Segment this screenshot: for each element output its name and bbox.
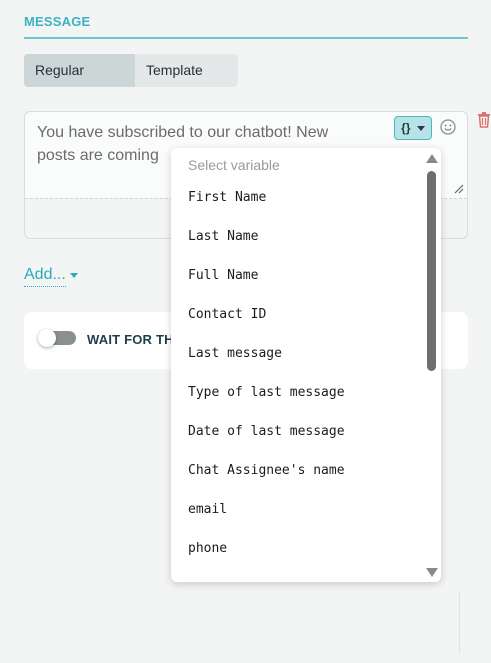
toggle-knob xyxy=(38,329,56,347)
variable-dropdown: Select variable First Name Last Name Ful… xyxy=(171,148,441,582)
trash-icon[interactable] xyxy=(476,111,491,129)
panel-edge xyxy=(459,592,460,654)
caret-down-icon xyxy=(416,125,425,131)
message-text-line-2: posts are coming xyxy=(37,147,159,164)
variable-option[interactable]: Contact ID xyxy=(171,295,421,334)
variable-search-placeholder[interactable]: Select variable xyxy=(188,157,280,173)
add-dropdown-link[interactable]: Add... xyxy=(24,266,66,287)
section-divider xyxy=(24,37,468,39)
scrollbar-thumb[interactable] xyxy=(427,171,436,371)
insert-variable-button[interactable]: {} xyxy=(394,116,432,140)
template-tab[interactable]: Template xyxy=(135,54,214,87)
wait-toggle[interactable] xyxy=(38,329,76,347)
regular-message-tab[interactable]: Regular message xyxy=(24,54,135,87)
variable-option[interactable]: Date of last message xyxy=(171,412,421,451)
scroll-down-icon[interactable] xyxy=(426,568,438,577)
variable-list: First Name Last Name Full Name Contact I… xyxy=(171,178,421,582)
message-text-line-1: You have subscribed to our chatbot! New xyxy=(37,124,329,141)
variable-option[interactable]: Last message xyxy=(171,334,421,373)
variable-option[interactable]: First Name xyxy=(171,178,421,217)
emoji-icon[interactable] xyxy=(440,119,456,135)
scroll-up-icon[interactable] xyxy=(426,154,438,163)
variable-option[interactable]: phone xyxy=(171,529,421,568)
variable-option-partial[interactable] xyxy=(171,568,421,582)
message-type-segmented-control: Regular message Template xyxy=(24,54,238,87)
chevron-down-icon xyxy=(70,273,78,278)
variable-option[interactable]: Type of last message xyxy=(171,373,421,412)
variable-option[interactable]: Full Name xyxy=(171,256,421,295)
variable-braces-icon: {} xyxy=(401,121,411,135)
resize-handle-icon[interactable] xyxy=(454,184,464,194)
variable-option[interactable]: email xyxy=(171,490,421,529)
variable-option[interactable]: Chat Assignee's name xyxy=(171,451,421,490)
wait-label: WAIT FOR TH xyxy=(87,332,174,347)
section-title: MESSAGE xyxy=(24,14,91,29)
variable-option[interactable]: Last Name xyxy=(171,217,421,256)
